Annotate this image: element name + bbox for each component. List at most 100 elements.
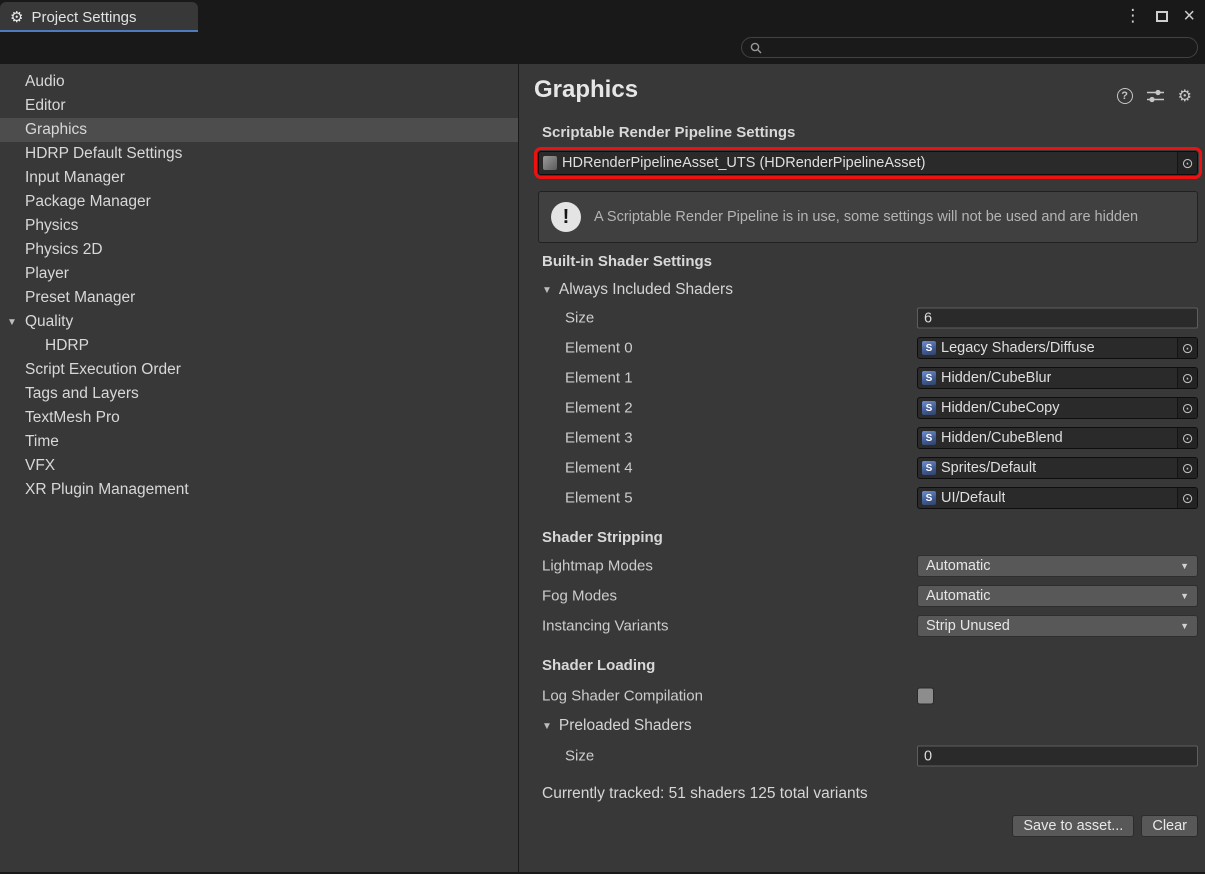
foldout-label: Always Included Shaders (559, 281, 733, 299)
section-heading-stripping: Shader Stripping (542, 529, 1205, 547)
sidebar-item-player[interactable]: Player (0, 262, 518, 286)
help-icon[interactable]: ? (1117, 88, 1133, 104)
sidebar-item-xr-plugin-management[interactable]: XR Plugin Management (0, 478, 518, 502)
shader-icon: S (922, 431, 936, 445)
log-shader-compilation-row: Log Shader Compilation (519, 681, 1205, 711)
search-input[interactable] (767, 39, 1197, 56)
element-label: Element 0 (565, 340, 633, 357)
preset-icon[interactable] (1147, 89, 1164, 103)
kebab-menu-icon[interactable]: ⋮ (1124, 6, 1141, 26)
shader-name: Sprites/Default (941, 460, 1036, 476)
sidebar-item-textmesh-pro[interactable]: TextMesh Pro (0, 406, 518, 430)
shader-object-field[interactable]: S Legacy Shaders/Diffuse ⊙ (917, 337, 1198, 359)
sidebar-item-audio[interactable]: Audio (0, 70, 518, 94)
shader-object-field[interactable]: S Hidden/CubeBlur ⊙ (917, 367, 1198, 389)
search-box[interactable] (741, 37, 1198, 58)
sidebar-item-script-execution-order[interactable]: Script Execution Order (0, 358, 518, 382)
sidebar-item-time[interactable]: Time (0, 430, 518, 454)
size-row: Size (519, 741, 1205, 771)
sidebar-item-physics-2d[interactable]: Physics 2D (0, 238, 518, 262)
size-input[interactable] (917, 308, 1198, 329)
size-label: Size (565, 748, 594, 765)
sidebar-item-tags-and-layers[interactable]: Tags and Layers (0, 382, 518, 406)
dropdown-row: Instancing Variants Strip Unused ▼ (519, 611, 1205, 641)
foldout-always-included-shaders[interactable]: ▼ Always Included Shaders (542, 281, 1205, 299)
shader-object-field[interactable]: S Hidden/CubeCopy ⊙ (917, 397, 1198, 419)
shader-stripping-rows: Lightmap Modes Automatic ▼ Fog Modes Aut… (519, 551, 1205, 641)
sidebar-item-editor[interactable]: Editor (0, 94, 518, 118)
sidebar-item-preset-manager[interactable]: Preset Manager (0, 286, 518, 310)
shader-name: Hidden/CubeCopy (941, 400, 1060, 416)
window-title: Project Settings (31, 9, 136, 26)
srp-asset-object-field[interactable]: HDRenderPipelineAsset_UTS (HDRenderPipel… (538, 151, 1198, 175)
log-shader-compilation-checkbox[interactable] (917, 688, 934, 705)
fog-modes-dropdown[interactable]: Automatic ▼ (917, 585, 1198, 607)
shader-object-field[interactable]: S UI/Default ⊙ (917, 487, 1198, 509)
settings-sidebar: Audio Editor Graphics HDRP Default Setti… (0, 64, 519, 872)
highlight-red-border: HDRenderPipelineAsset_UTS (HDRenderPipel… (534, 147, 1202, 179)
size-row: Size (519, 303, 1205, 333)
shader-name: UI/Default (941, 490, 1005, 506)
preloaded-shaders-rows: Size (519, 741, 1205, 771)
foldout-preloaded-shaders[interactable]: ▼ Preloaded Shaders (542, 717, 1205, 735)
toolbar (0, 32, 1205, 64)
info-help-box: ! A Scriptable Render Pipeline is in use… (538, 191, 1198, 243)
chevron-down-icon: ▼ (1180, 591, 1189, 601)
sidebar-item-package-manager[interactable]: Package Manager (0, 190, 518, 214)
dropdown-row: Lightmap Modes Automatic ▼ (519, 551, 1205, 581)
tab-project-settings[interactable]: ⚙ Project Settings (0, 2, 198, 32)
graphics-panel: Graphics ? ⚙ Scriptable Render Pipeline … (519, 64, 1205, 872)
chevron-down-icon: ▼ (1180, 621, 1189, 631)
shader-object-field[interactable]: S Hidden/CubeBlend ⊙ (917, 427, 1198, 449)
sidebar-item-physics[interactable]: Physics (0, 214, 518, 238)
maximize-icon[interactable] (1156, 11, 1168, 22)
element-label: Element 5 (565, 490, 633, 507)
hdrp-asset-icon (543, 156, 557, 170)
sidebar-item-vfx[interactable]: VFX (0, 454, 518, 478)
foldout-arrow-icon[interactable]: ▼ (542, 721, 552, 732)
content: Audio Editor Graphics HDRP Default Setti… (0, 64, 1205, 872)
object-picker-icon[interactable]: ⊙ (1177, 458, 1197, 478)
element-row: Element 4 S Sprites/Default ⊙ (519, 453, 1205, 483)
object-picker-icon[interactable]: ⊙ (1177, 338, 1197, 358)
sidebar-item-quality[interactable]: ▼ Quality (0, 310, 518, 334)
fog-modes-label: Fog Modes (542, 588, 617, 605)
save-to-asset-button[interactable]: Save to asset... (1012, 815, 1134, 837)
sidebar-item-hdrp-default-settings[interactable]: HDRP Default Settings (0, 142, 518, 166)
object-picker-icon[interactable]: ⊙ (1177, 368, 1197, 388)
dropdown-row: Fog Modes Automatic ▼ (519, 581, 1205, 611)
info-icon: ! (551, 202, 581, 232)
lightmap-modes-dropdown[interactable]: Automatic ▼ (917, 555, 1198, 577)
object-picker-icon[interactable]: ⊙ (1177, 398, 1197, 418)
section-heading-loading: Shader Loading (542, 657, 1205, 675)
shader-object-field[interactable]: S Sprites/Default ⊙ (917, 457, 1198, 479)
dropdown-value: Strip Unused (926, 618, 1010, 634)
object-picker-icon[interactable]: ⊙ (1177, 488, 1197, 508)
sidebar-item-input-manager[interactable]: Input Manager (0, 166, 518, 190)
currently-tracked-text: Currently tracked: 51 shaders 125 total … (542, 785, 1205, 803)
element-label: Element 3 (565, 430, 633, 447)
dropdown-value: Automatic (926, 588, 990, 604)
sidebar-item-graphics[interactable]: Graphics (0, 118, 518, 142)
close-icon[interactable]: × (1183, 8, 1195, 24)
element-label: Element 1 (565, 370, 633, 387)
element-row: Element 3 S Hidden/CubeBlend ⊙ (519, 423, 1205, 453)
title-bar: ⚙ Project Settings ⋮ × (0, 0, 1205, 32)
shader-icon: S (922, 341, 936, 355)
shader-name: Hidden/CubeBlend (941, 430, 1063, 446)
clear-button[interactable]: Clear (1141, 815, 1198, 837)
section-heading-builtin: Built-in Shader Settings (542, 253, 1205, 271)
object-picker-icon[interactable]: ⊙ (1177, 428, 1197, 448)
sidebar-item-hdrp[interactable]: HDRP (0, 334, 518, 358)
instancing-variants-dropdown[interactable]: Strip Unused ▼ (917, 615, 1198, 637)
chevron-down-icon: ▼ (1180, 561, 1189, 571)
foldout-arrow-icon[interactable]: ▼ (542, 285, 552, 296)
foldout-label: Preloaded Shaders (559, 717, 692, 735)
lightmap-modes-label: Lightmap Modes (542, 558, 653, 575)
page-title: Graphics (534, 76, 638, 104)
gear-icon[interactable]: ⚙ (1178, 86, 1192, 106)
foldout-arrow-icon[interactable]: ▼ (7, 311, 17, 335)
object-picker-icon[interactable]: ⊙ (1177, 152, 1197, 174)
panel-header: Graphics ? ⚙ (519, 64, 1205, 112)
preloaded-size-input[interactable] (917, 746, 1198, 767)
